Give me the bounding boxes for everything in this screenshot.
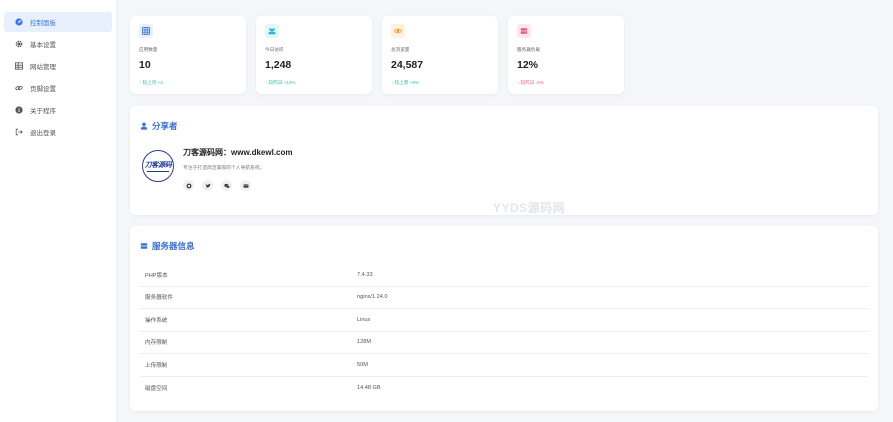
row-key: 操作系统 — [145, 317, 168, 324]
social-links — [183, 180, 251, 191]
sidebar-item-about[interactable]: 关于程序 — [4, 100, 112, 120]
stat-value: 1,248 — [265, 59, 292, 71]
row-key: 上传限制 — [145, 362, 168, 369]
watermark: YYDS源码网 — [493, 201, 566, 215]
row-value: 7.4.33 — [357, 271, 373, 278]
row-key: PHP版本 — [145, 272, 168, 279]
stats-row: 应用数量 10 ↑ 较上月 +2 今日访问 1,248 ↑ 较昨日 +12% 总… — [130, 16, 624, 94]
table-row: 上传限制 50M — [140, 354, 868, 377]
stat-trend: ↑ 较上月 +2 — [139, 80, 163, 85]
dashboard-icon — [14, 18, 23, 27]
row-value: 50M — [357, 361, 368, 368]
stat-label: 今日访问 — [265, 47, 284, 52]
stat-card-total-views: 总浏览量 24,587 ↑ 较上周 +8% — [382, 16, 498, 94]
email-icon[interactable] — [240, 180, 251, 191]
users-icon — [265, 24, 279, 38]
row-key: 服务器软件 — [145, 295, 173, 302]
row-key: 磁盘空间 — [145, 385, 168, 392]
eye-icon — [391, 24, 405, 38]
stat-label: 总浏览量 — [391, 47, 410, 52]
site-description: 专注于打造简洁美观的个人导航系统。 — [183, 166, 265, 171]
table-row: 磁盘空间 14.48 GB — [140, 377, 868, 400]
stat-card-server-load: 服务器负载 12% ↓ 较昨日 -3% — [508, 16, 624, 94]
stat-trend: ↓ 较昨日 -3% — [517, 80, 544, 85]
logo-text: 刀客源码 — [144, 161, 172, 169]
sidebar: 控制面板 基本设置 网站管理 页脚设置 关于程序 退出登录 — [0, 0, 117, 422]
server-info-card: 服务器信息 PHP版本 7.4.33 服务器软件 nginx/1.24.0 操作… — [130, 226, 878, 411]
server-icon — [517, 24, 531, 38]
info-icon — [14, 106, 23, 115]
sidebar-item-basic-settings[interactable]: 基本设置 — [4, 34, 112, 54]
row-key: 内存限制 — [145, 340, 168, 347]
stat-value: 12% — [517, 59, 539, 71]
stat-label: 应用数量 — [139, 47, 158, 52]
logo-underline — [147, 171, 169, 172]
stat-label: 服务器负载 — [517, 47, 540, 52]
sharer-card-title: 分享者 — [140, 120, 178, 132]
row-value: 14.48 GB — [357, 384, 381, 391]
sidebar-item-dashboard[interactable]: 控制面板 — [4, 12, 112, 32]
sidebar-item-logout[interactable]: 退出登录 — [4, 122, 112, 142]
sidebar-item-label: 网站管理 — [30, 64, 56, 71]
sharer-card: 分享者 刀客源码 刀客源码网：www.dkewl.com 专注于打造简洁美观的个… — [130, 106, 878, 215]
stat-value: 24,587 — [391, 59, 424, 71]
sidebar-item-label: 基本设置 — [30, 42, 56, 49]
sidebar-item-label: 控制面板 — [30, 20, 56, 27]
main-content: 应用数量 10 ↑ 较上月 +2 今日访问 1,248 ↑ 较昨日 +12% 总… — [117, 0, 893, 422]
sidebar-item-label: 退出登录 — [30, 130, 56, 137]
stat-card-today-visits: 今日访问 1,248 ↑ 较昨日 +12% — [256, 16, 372, 94]
stat-trend: ↑ 较上周 +8% — [391, 80, 419, 85]
stat-card-apps: 应用数量 10 ↑ 较上月 +2 — [130, 16, 246, 94]
grid-icon — [14, 62, 23, 71]
table-row: PHP版本 7.4.33 — [140, 264, 868, 287]
site-logo: 刀客源码 — [142, 150, 174, 182]
stat-value: 10 — [139, 59, 151, 71]
table-icon — [139, 24, 153, 38]
row-value: nginx/1.24.0 — [357, 294, 388, 301]
card-title-text: 分享者 — [152, 121, 178, 131]
sidebar-item-footer-settings[interactable]: 页脚设置 — [4, 78, 112, 98]
server-icon — [140, 243, 148, 249]
site-name: 刀客源码网：www.dkewl.com — [183, 148, 293, 157]
logout-icon — [14, 128, 23, 137]
server-card-title: 服务器信息 — [140, 240, 195, 252]
stat-trend: ↑ 较昨日 +12% — [265, 80, 296, 85]
row-value: Linux — [357, 316, 371, 323]
table-row: 服务器软件 nginx/1.24.0 — [140, 287, 868, 309]
sidebar-item-site-management[interactable]: 网站管理 — [4, 56, 112, 76]
row-value: 128M — [357, 339, 371, 346]
table-row: 操作系统 Linux — [140, 309, 868, 332]
gear-icon — [14, 40, 23, 49]
server-info-table: PHP版本 7.4.33 服务器软件 nginx/1.24.0 操作系统 Lin… — [140, 264, 868, 399]
twitter-icon[interactable] — [202, 180, 213, 191]
user-icon — [140, 122, 148, 130]
github-icon[interactable] — [183, 180, 194, 191]
link-icon — [14, 84, 23, 93]
card-title-text: 服务器信息 — [152, 241, 195, 251]
wechat-icon[interactable] — [221, 180, 232, 191]
sidebar-item-label: 关于程序 — [30, 108, 56, 115]
table-row: 内存限制 128M — [140, 332, 868, 354]
sidebar-item-label: 页脚设置 — [30, 86, 56, 93]
